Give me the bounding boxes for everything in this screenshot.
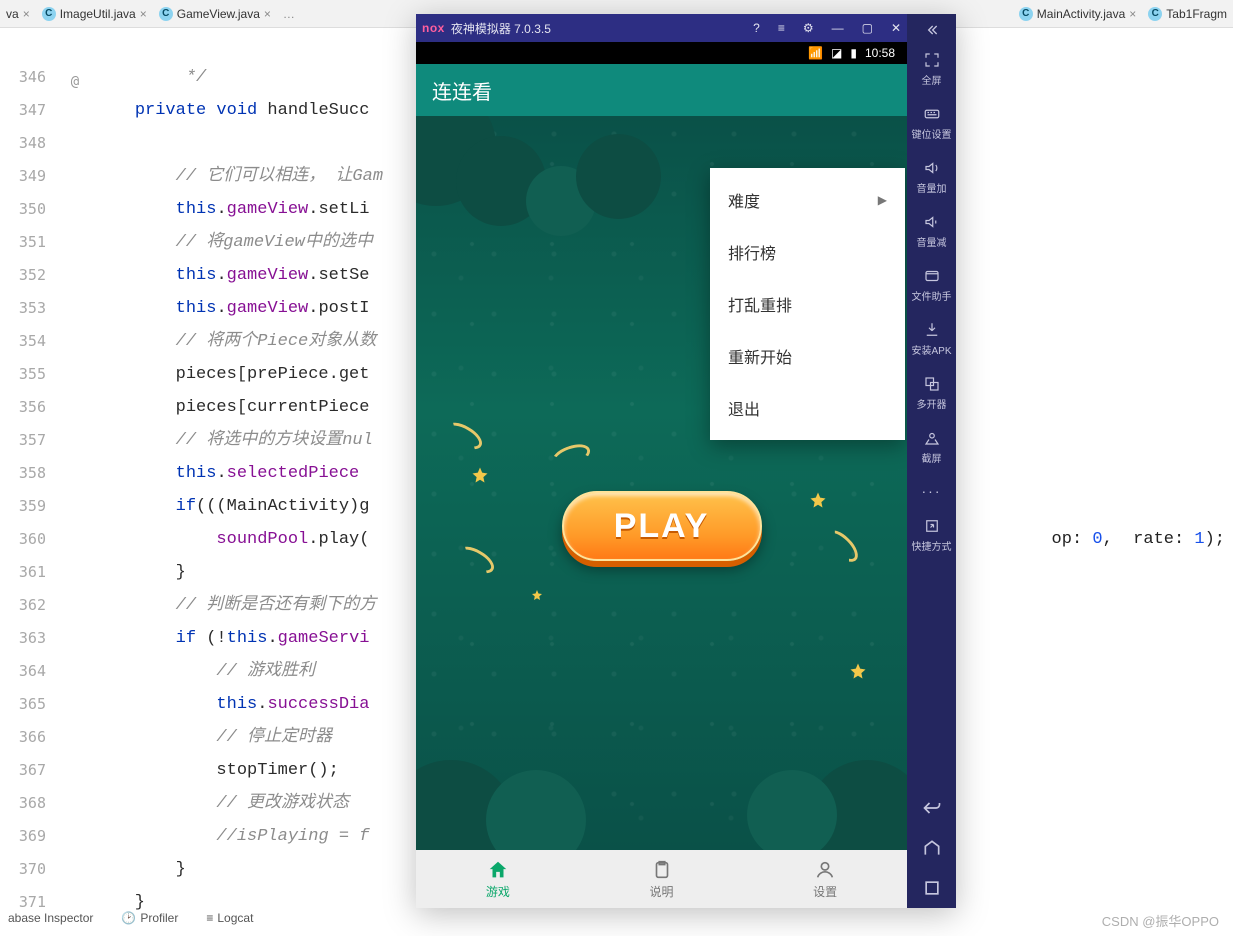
help-icon[interactable]: ?: [753, 21, 760, 35]
battery-icon: ▮: [850, 46, 857, 60]
ribbon-decoration: [821, 525, 863, 567]
app-actionbar: 连连看: [416, 64, 907, 116]
android-back-button[interactable]: [907, 788, 956, 828]
tab-imageutil[interactable]: CImageUtil.java×: [36, 0, 153, 28]
cloud-decoration: [747, 770, 837, 850]
close-icon[interactable]: ×: [23, 7, 30, 21]
side-volume-down[interactable]: 音量减: [907, 204, 956, 258]
no-sim-icon: ◪: [831, 46, 842, 60]
star-icon: [531, 588, 543, 600]
tab-va[interactable]: va×: [0, 0, 36, 28]
emulator-window: nox 夜神模拟器 7.0.3.5 ? ≡ ⚙ — ▢ ✕ 📶 ◪ ▮ 10:5…: [416, 14, 956, 908]
side-screenshot[interactable]: 截屏: [907, 420, 956, 474]
side-multi-instance[interactable]: 多开器: [907, 366, 956, 420]
side-more[interactable]: ···: [907, 474, 956, 508]
game-area: PLAY 难度▶ 排行榜 打乱重排 重新开始 退出: [416, 116, 907, 850]
cloud-decoration: [486, 770, 586, 850]
nav-settings[interactable]: 设置: [743, 850, 907, 908]
maximize-icon[interactable]: ▢: [862, 21, 873, 35]
app-title: 连连看: [432, 76, 492, 105]
menu-lines-icon[interactable]: ≡: [778, 21, 785, 35]
ribbon-decoration: [442, 417, 487, 454]
cloud-decoration: [576, 134, 661, 219]
tab-mainactivity[interactable]: CMainActivity.java×: [1013, 0, 1143, 28]
menu-item-difficulty[interactable]: 难度▶: [710, 174, 905, 226]
tab-database-inspector[interactable]: abase Inspector: [8, 911, 93, 925]
ribbon-decoration: [549, 440, 593, 472]
tab-profiler[interactable]: 🕑Profiler: [121, 911, 178, 925]
android-home-button[interactable]: [907, 828, 956, 868]
tab-logcat[interactable]: ≡Logcat: [206, 911, 253, 925]
status-time: 10:58: [865, 46, 895, 60]
star-icon: [471, 466, 489, 484]
menu-item-leaderboard[interactable]: 排行榜: [710, 226, 905, 278]
menu-item-restart[interactable]: 重新开始: [710, 330, 905, 382]
emulator-titlebar[interactable]: nox 夜神模拟器 7.0.3.5 ? ≡ ⚙ — ▢ ✕: [416, 14, 907, 42]
nav-game[interactable]: 游戏: [416, 850, 580, 908]
emulator-sidebar: 全屏 键位设置 音量加 音量减 文件助手 安装APK 多开器 截屏 ··· 快捷…: [907, 14, 956, 908]
class-icon: C: [42, 7, 56, 21]
ribbon-decoration: [454, 541, 499, 578]
menu-item-exit[interactable]: 退出: [710, 382, 905, 434]
logcat-icon: ≡: [206, 911, 213, 925]
close-icon[interactable]: ×: [1129, 7, 1136, 21]
tab-tab1fragment[interactable]: CTab1Fragm: [1142, 0, 1233, 28]
ide-bottom-bar: abase Inspector 🕑Profiler ≡Logcat: [0, 906, 1233, 930]
user-icon: [814, 859, 836, 881]
side-file-helper[interactable]: 文件助手: [907, 258, 956, 312]
side-fullscreen[interactable]: 全屏: [907, 42, 956, 96]
collapse-sidebar[interactable]: [907, 18, 956, 42]
side-keymap[interactable]: 键位设置: [907, 96, 956, 150]
home-icon: [487, 859, 509, 881]
side-volume-up[interactable]: 音量加: [907, 150, 956, 204]
settings-gear-icon[interactable]: ⚙: [803, 21, 814, 35]
tab-overflow: …: [277, 7, 301, 21]
wifi-icon: 📶: [808, 46, 823, 60]
side-shortcut[interactable]: 快捷方式: [907, 508, 956, 562]
emulator-title: 夜神模拟器 7.0.3.5: [451, 20, 551, 37]
star-icon: [849, 662, 867, 680]
close-icon[interactable]: ×: [264, 7, 271, 21]
star-icon: [809, 491, 827, 509]
gutter-annotations: @: [56, 0, 94, 891]
menu-item-shuffle[interactable]: 打乱重排: [710, 278, 905, 330]
watermark: CSDN @振华OPPO: [1102, 911, 1219, 930]
chevron-right-icon: ▶: [878, 193, 887, 207]
nox-logo: nox: [422, 21, 445, 35]
bottom-nav: 游戏 说明 设置: [416, 850, 907, 908]
class-icon: C: [1148, 7, 1162, 21]
clipboard-icon: [651, 859, 673, 881]
class-icon: C: [1019, 7, 1033, 21]
nav-instructions[interactable]: 说明: [580, 850, 744, 908]
close-icon[interactable]: ✕: [891, 21, 901, 35]
android-recents-button[interactable]: [907, 868, 956, 908]
profiler-icon: 🕑: [121, 911, 136, 925]
side-install-apk[interactable]: 安装APK: [907, 312, 956, 366]
overflow-menu: 难度▶ 排行榜 打乱重排 重新开始 退出: [710, 168, 905, 440]
close-icon[interactable]: ×: [140, 7, 147, 21]
android-statusbar: 📶 ◪ ▮ 10:58: [416, 42, 907, 64]
line-number-gutter: 3463473483493503513523533543553563573583…: [0, 28, 56, 906]
tab-gameview[interactable]: CGameView.java×: [153, 0, 277, 28]
play-button[interactable]: PLAY: [562, 491, 762, 561]
class-icon: C: [159, 7, 173, 21]
minimize-icon[interactable]: —: [832, 21, 844, 35]
